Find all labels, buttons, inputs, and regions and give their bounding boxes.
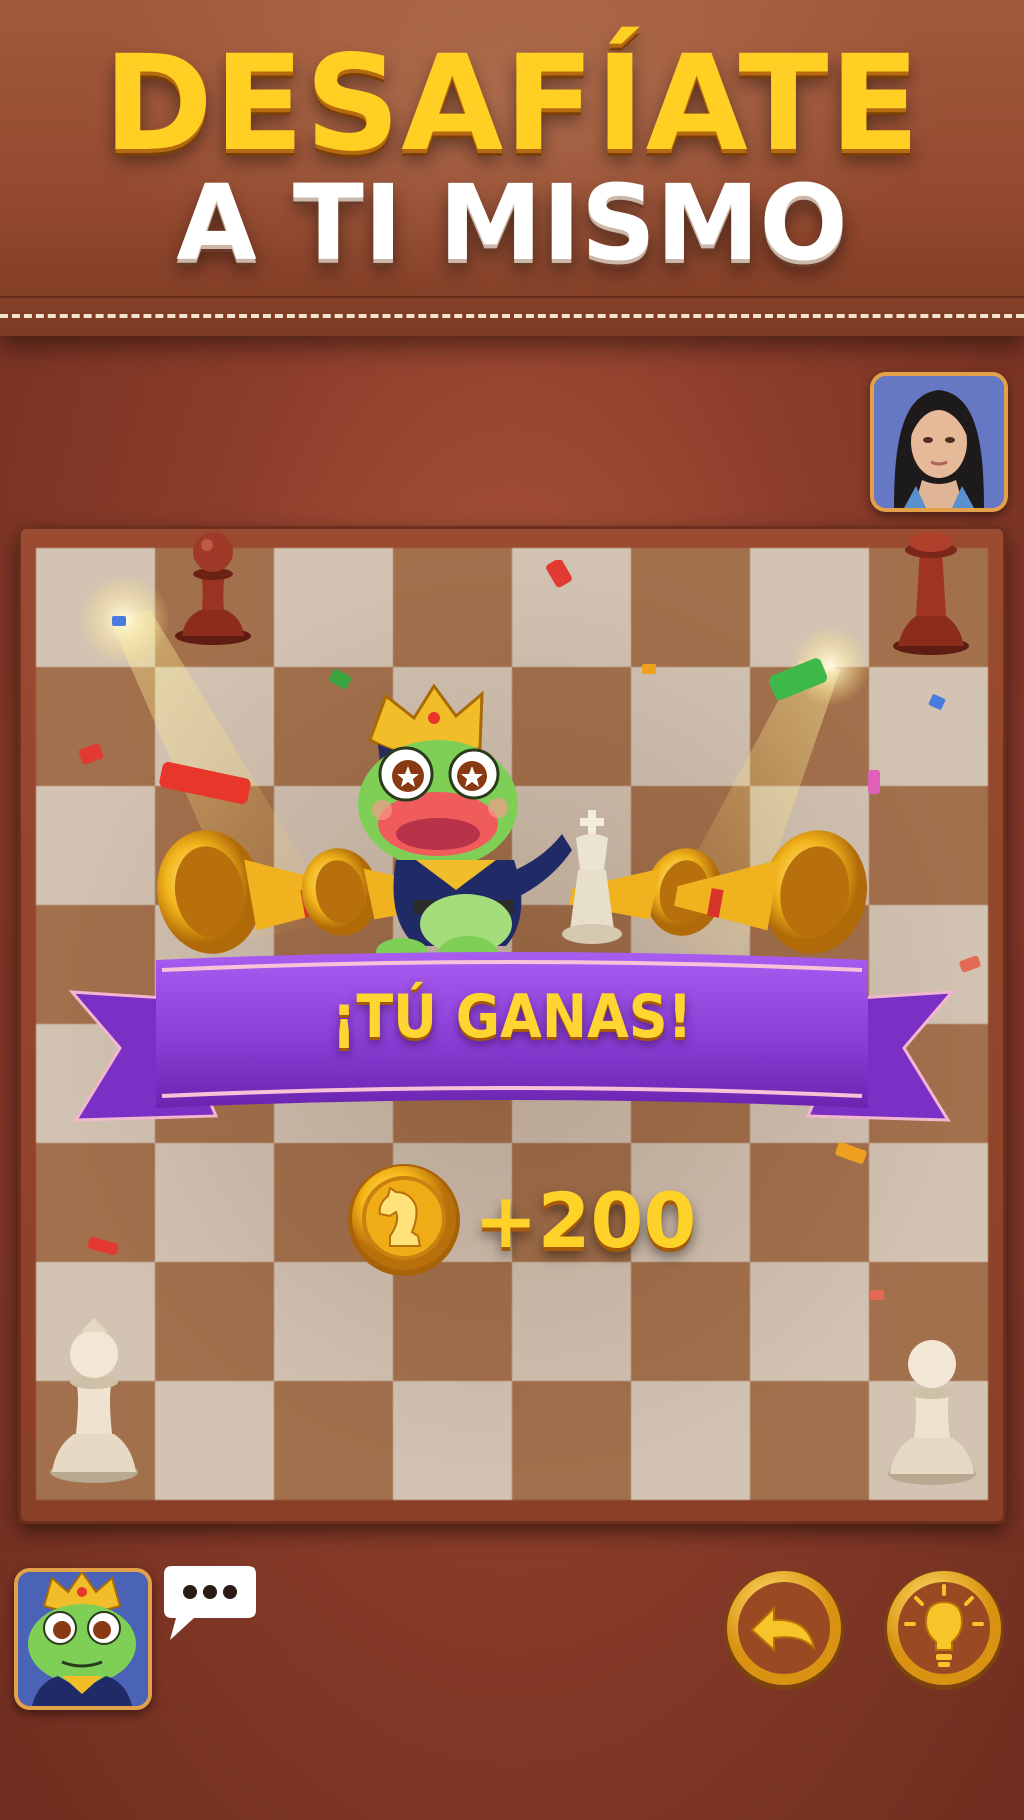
board-square[interactable] [512,1381,631,1500]
opponent-portrait-icon [874,376,1004,508]
banner-seam [0,296,1024,298]
white-pawn-icon[interactable] [46,1310,142,1484]
board-square[interactable] [631,1381,750,1500]
banner-stitching [0,314,1024,318]
reward-amount: +200 [474,1176,697,1265]
player-avatar[interactable] [14,1568,152,1710]
headline-line-2: A TI MISMO [176,162,848,284]
chat-bubble-icon[interactable] [164,1566,256,1642]
white-pawn-icon[interactable] [884,1330,980,1486]
board-square[interactable] [274,1381,393,1500]
frog-king-portrait-icon [18,1572,148,1706]
frog-king-mascot [358,684,622,972]
board-square[interactable] [155,1381,274,1500]
win-title: ¡TÚ GANAS! [331,982,693,1052]
headline-line-1: DESAFÍATE [103,27,921,181]
board-square[interactable] [750,1381,869,1500]
knight-coin-icon [348,1164,460,1276]
opponent-avatar[interactable] [870,372,1008,512]
top-banner: DESAFÍATE A TI MISMO [0,0,1024,336]
board-square[interactable] [393,1381,512,1500]
undo-button[interactable] [722,1568,846,1692]
hint-button[interactable] [882,1568,1006,1692]
